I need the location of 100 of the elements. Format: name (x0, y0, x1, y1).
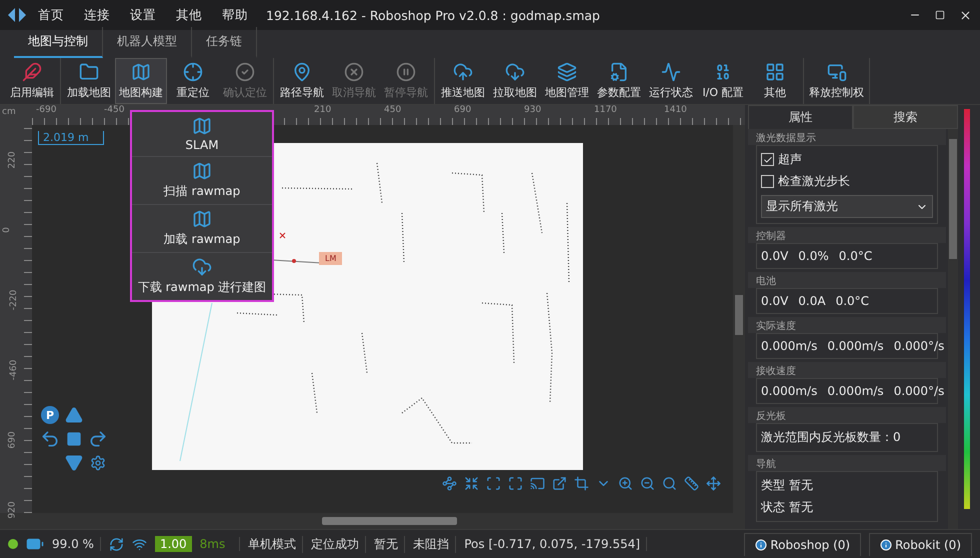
log-tab[interactable]: Robokit (0) (869, 532, 972, 556)
group-title: 激光数据显示 (748, 129, 946, 145)
group-title: 控制器 (748, 227, 946, 243)
toolbar-button[interactable]: 推送地图 (437, 58, 489, 104)
toolbar-button[interactable]: 释放控制权 (806, 58, 867, 104)
speed-badge: 1.00 (154, 536, 192, 552)
up-arrow-icon[interactable] (65, 406, 83, 424)
turn-left-icon[interactable] (40, 429, 60, 449)
value-text: 0.000m/s (827, 384, 884, 398)
toolbar-button[interactable]: I/O 配置 (697, 58, 749, 104)
toolbar-button[interactable]: 加载地图 (63, 58, 115, 104)
log-tab[interactable]: Roboshop (0) (744, 532, 862, 556)
toolbar-button[interactable]: 参数配置 (593, 58, 645, 104)
ruler-label: -450 (104, 105, 124, 115)
scan-icon[interactable] (486, 476, 501, 491)
dropdown[interactable]: 显示所有激光 (761, 195, 933, 218)
map-icon (192, 209, 212, 229)
menu-item[interactable]: SLAM (132, 112, 272, 157)
feather-icon (22, 62, 42, 82)
tab[interactable]: 地图与控制 (14, 27, 103, 58)
crosshair-icon (183, 62, 203, 82)
info-text: 激光范围内反光板数量：0 (761, 429, 902, 446)
menu-item[interactable]: 连接 (76, 6, 118, 24)
cast-icon[interactable] (530, 476, 545, 491)
pause-circle-icon (396, 62, 416, 82)
cloud-download-icon (505, 62, 525, 82)
settings-icon[interactable] (90, 455, 106, 471)
stop-icon[interactable] (66, 431, 82, 447)
ruler-label: 450 (384, 105, 402, 115)
menu-item[interactable]: 帮助 (214, 6, 256, 24)
move-icon[interactable] (706, 476, 721, 491)
sync-icon (108, 536, 124, 552)
toolbar-button[interactable]: 地图管理 (541, 58, 593, 104)
status-text: 未阻挡 (413, 536, 456, 552)
scale-label: 2.019 m (38, 131, 104, 145)
fit-icon[interactable] (508, 476, 523, 491)
latency-text: 8ms (200, 537, 240, 551)
ruler-label: 220 (8, 151, 18, 169)
tab[interactable]: 搜索 (853, 105, 958, 129)
tab[interactable]: 属性 (748, 105, 853, 129)
maximize-icon[interactable] (935, 10, 945, 20)
down-arrow-icon[interactable] (65, 454, 83, 472)
ruler-label: 0 (2, 227, 12, 233)
grid-icon (765, 62, 785, 82)
cloud-download-icon (192, 257, 212, 277)
shrink-icon[interactable] (464, 476, 479, 491)
ruler-label: -460 (9, 360, 20, 380)
folder-icon (79, 62, 99, 82)
menu-item[interactable]: 下载 rawmap 进行建图 (132, 253, 272, 300)
toolbar-button[interactable]: 其他 (749, 58, 801, 104)
ruler-unit: cm (1, 106, 17, 119)
ruler-label: -220 (9, 290, 20, 310)
search-icon[interactable] (662, 476, 677, 491)
map-icon (192, 116, 212, 136)
zoom-in-icon[interactable] (618, 476, 633, 491)
value-text: 0.0A (798, 294, 826, 308)
map-pin-icon (292, 62, 312, 82)
vertical-scrollbar[interactable] (733, 125, 745, 513)
map-icon (192, 161, 212, 181)
value-text: 0.000m/s (761, 339, 818, 353)
checkbox[interactable]: 超声 (761, 151, 933, 168)
toolbar-button[interactable]: 路径导航 (276, 58, 328, 104)
toolbar-button[interactable]: 地图构建 (115, 58, 167, 104)
toolbar-button[interactable]: 重定位 (167, 58, 219, 104)
park-button[interactable]: P (41, 406, 59, 424)
value-text: 0.0°C (836, 294, 870, 308)
wifi-icon (132, 536, 147, 552)
menu-item[interactable]: 设置 (122, 6, 164, 24)
scrollbar-thumb[interactable] (322, 517, 457, 525)
menu-item[interactable]: 其他 (168, 6, 210, 24)
status-text: 暂无 (374, 536, 406, 552)
checkbox[interactable]: 检查激光步长 (761, 173, 933, 190)
toolbar-button[interactable]: 拉取地图 (489, 58, 541, 104)
ruler-icon[interactable] (684, 476, 699, 491)
menu-item[interactable]: 首页 (30, 6, 72, 24)
export-icon[interactable] (552, 476, 567, 491)
info-text: 类型 暂无 (761, 477, 814, 494)
ruler-label: 930 (524, 105, 542, 115)
zoom-out-icon[interactable] (640, 476, 655, 491)
ruler-label: 920 (8, 501, 18, 519)
value-text: 0.0°C (838, 249, 872, 263)
toolbar-button[interactable]: 运行状态 (645, 58, 697, 104)
group-title: 接收速度 (748, 362, 946, 378)
menu-item[interactable]: 加载 rawmap (132, 205, 272, 253)
toolbar-button[interactable]: 启用编辑 (6, 58, 58, 104)
turn-right-icon[interactable] (88, 429, 108, 449)
group-title: 电池 (748, 272, 946, 288)
group-title: 导航 (748, 455, 946, 471)
tab[interactable]: 任务链 (192, 27, 257, 58)
value-text: 0.000°/s (894, 384, 944, 398)
layers-icon (557, 62, 577, 82)
crop-icon[interactable] (574, 476, 589, 491)
value-text: 0.000m/s (827, 339, 884, 353)
vertical-scrollbar[interactable] (948, 129, 958, 529)
ruler-label: 1410 (664, 105, 687, 115)
close-icon[interactable] (959, 8, 972, 22)
ruler-label: -690 (36, 105, 56, 115)
group-title: 反光板 (748, 407, 946, 423)
check-circle-icon (235, 62, 255, 82)
menu-item[interactable]: 扫描 rawmap (132, 157, 272, 205)
